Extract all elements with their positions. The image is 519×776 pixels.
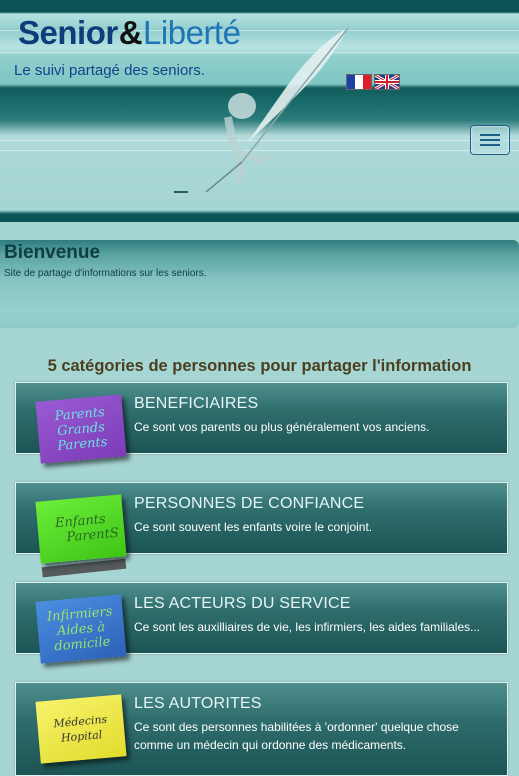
logo-word-senior: Senior [18, 14, 118, 51]
site-tagline: Le suivi partagé des seniors. [14, 62, 205, 79]
french-flag-icon[interactable] [346, 74, 372, 90]
category-card-acteurs[interactable]: Infirmiers Aides à domicile LES ACTEURS … [15, 582, 508, 664]
welcome-title: Bienvenue [4, 242, 101, 263]
category-title: PERSONNES DE CONFIANCE [134, 495, 365, 512]
sticky-note-enfants: Enfants ParentS [35, 494, 127, 564]
logo-ampersand: & [118, 14, 143, 51]
category-description: Ce sont vos parents ou plus généralement… [134, 420, 430, 434]
welcome-subtitle: Site de partage d'informations sur les s… [4, 268, 207, 279]
note-line: Hopital [60, 728, 103, 745]
category-title: LES ACTEURS DU SERVICE [134, 595, 351, 612]
menu-bar-icon [480, 134, 500, 136]
category-card-confiance[interactable]: Enfants ParentS PERSONNES DE CONFIANCE C… [15, 482, 508, 578]
menu-bar-icon [480, 139, 500, 141]
category-description: Ce sont des personnes habilitées à 'ordo… [134, 720, 459, 752]
sticky-note-parents: Parents Grands Parents [35, 394, 127, 464]
categories-heading: 5 catégories de personnes pour partager … [47, 357, 472, 375]
uk-flag-icon[interactable] [374, 74, 400, 90]
category-card-autorites[interactable]: Médecins Hopital LES AUTORITES Ce sont d… [15, 682, 508, 776]
welcome-panel: Bienvenue Site de partage d'informations… [0, 240, 519, 328]
site-header: Senior&Liberté Le suivi partagé des seni… [0, 0, 519, 222]
category-description: Ce sont souvent les enfants voire le con… [134, 520, 373, 534]
sticky-note-infirmiers: Infirmiers Aides à domicile [35, 594, 127, 664]
category-card-beneficiaires[interactable]: Parents Grands Parents BENEFICIAIRES Ce … [15, 382, 508, 464]
menu-bar-icon [480, 144, 500, 146]
category-title: BENEFICIAIRES [134, 395, 259, 412]
logo-word-liberte: Liberté [143, 14, 241, 51]
site-logo[interactable]: Senior&Liberté [18, 14, 241, 52]
sticky-note-medecins: Médecins Hopital [35, 694, 127, 764]
hamburger-menu-button[interactable] [470, 125, 510, 155]
category-title: LES AUTORITES [134, 695, 262, 712]
category-description: Ce sont les auxilliaires de vie, les inf… [134, 620, 481, 634]
